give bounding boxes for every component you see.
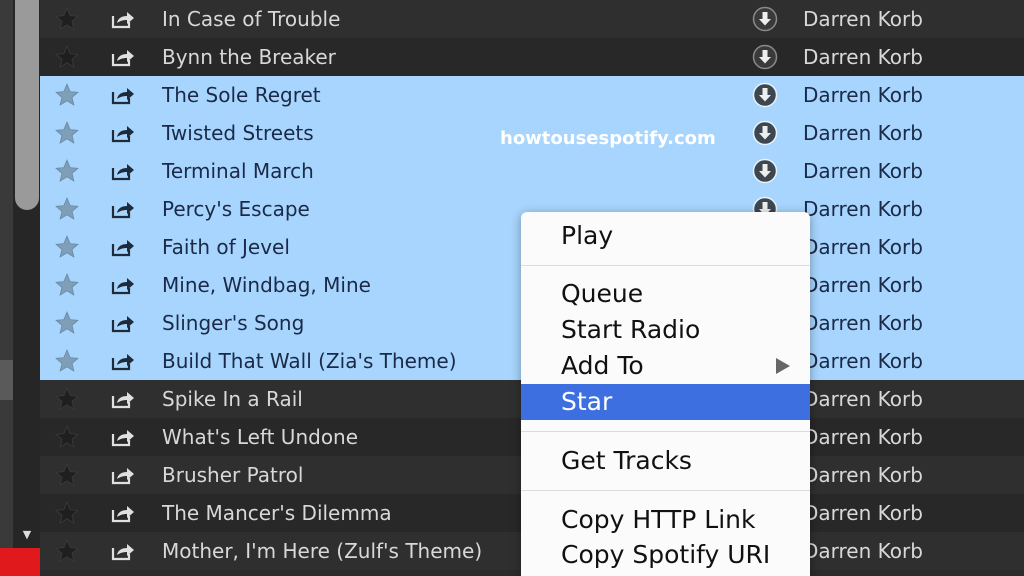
share-icon[interactable] xyxy=(110,388,136,410)
track-artist[interactable]: Darren Korb xyxy=(803,387,923,411)
track-title: What's Left Undone xyxy=(162,425,359,449)
menu-item-star[interactable]: Star xyxy=(521,384,810,420)
submenu-arrow-icon xyxy=(776,358,790,374)
share-icon[interactable] xyxy=(110,350,136,372)
share-icon[interactable] xyxy=(110,312,136,334)
menu-separator xyxy=(521,265,810,266)
track-title: Percy's Escape xyxy=(162,197,310,221)
star-icon[interactable] xyxy=(54,272,80,298)
track-row[interactable]: Bynn the Breaker Darren Korb xyxy=(40,38,1024,76)
track-title: Bynn the Breaker xyxy=(162,45,336,69)
track-title: The Mancer's Dilemma xyxy=(162,501,392,525)
share-icon[interactable] xyxy=(110,122,136,144)
share-icon[interactable] xyxy=(110,236,136,258)
star-icon[interactable] xyxy=(54,6,80,32)
track-title: Terminal March xyxy=(162,159,314,183)
star-icon[interactable] xyxy=(54,82,80,108)
track-artist[interactable]: Darren Korb xyxy=(803,83,923,107)
download-icon[interactable] xyxy=(752,6,778,32)
share-icon[interactable] xyxy=(110,46,136,68)
menu-item-label: Play xyxy=(561,221,614,250)
menu-item-queue[interactable]: Queue xyxy=(521,276,810,312)
star-icon[interactable] xyxy=(54,424,80,450)
menu-item-label: Add To xyxy=(561,351,644,380)
share-icon[interactable] xyxy=(110,464,136,486)
track-title: Slinger's Song xyxy=(162,311,305,335)
share-icon[interactable] xyxy=(110,274,136,296)
track-row[interactable]: Terminal March Darren Korb xyxy=(40,152,1024,190)
download-icon[interactable] xyxy=(752,120,778,146)
share-icon[interactable] xyxy=(110,84,136,106)
menu-item-add-to[interactable]: Add To xyxy=(521,348,810,384)
menu-item-label: Copy HTTP Link xyxy=(561,505,756,534)
track-title: Mine, Windbag, Mine xyxy=(162,273,371,297)
track-title: Build That Wall (Zia's Theme) xyxy=(162,349,457,373)
red-indicator xyxy=(0,548,40,576)
share-icon[interactable] xyxy=(110,540,136,562)
download-icon[interactable] xyxy=(752,158,778,184)
track-title: The Sole Regret xyxy=(162,83,321,107)
track-artist[interactable]: Darren Korb xyxy=(803,463,923,487)
track-title: Brusher Patrol xyxy=(162,463,304,487)
track-artist[interactable]: Darren Korb xyxy=(803,349,923,373)
menu-item-label: Queue xyxy=(561,279,644,308)
track-title: Faith of Jevel xyxy=(162,235,290,259)
menu-item-label: Copy Spotify URI xyxy=(561,540,771,569)
watermark: howtousespotify.com xyxy=(500,128,716,149)
share-icon[interactable] xyxy=(110,426,136,448)
sidebar-panel xyxy=(0,0,13,576)
track-artist[interactable]: Darren Korb xyxy=(803,501,923,525)
menu-item-copy-spotify-uri[interactable]: Copy Spotify URI xyxy=(521,537,810,573)
track-artist[interactable]: Darren Korb xyxy=(803,197,923,221)
menu-item-copy-http-link[interactable]: Copy HTTP Link xyxy=(521,502,810,538)
star-icon[interactable] xyxy=(54,158,80,184)
track-row[interactable]: The Sole Regret Darren Korb xyxy=(40,76,1024,114)
track-title: Twisted Streets xyxy=(162,121,314,145)
menu-separator xyxy=(521,431,810,432)
track-artist[interactable]: Darren Korb xyxy=(803,7,923,31)
track-title: In Case of Trouble xyxy=(162,7,341,31)
track-artist[interactable]: Darren Korb xyxy=(803,235,923,259)
star-icon[interactable] xyxy=(54,234,80,260)
scrollbar-thumb[interactable] xyxy=(15,0,39,210)
menu-item-label: Start Radio xyxy=(561,315,701,344)
track-title: Mother, I'm Here (Zulf's Theme) xyxy=(162,539,483,563)
menu-item-play[interactable]: Play xyxy=(521,218,810,254)
star-icon[interactable] xyxy=(54,196,80,222)
share-icon[interactable] xyxy=(110,198,136,220)
download-icon[interactable] xyxy=(752,44,778,70)
track-row[interactable]: In Case of Trouble Darren Korb xyxy=(40,0,1024,38)
track-title: Spike In a Rail xyxy=(162,387,303,411)
menu-item-start-radio[interactable]: Start Radio xyxy=(521,312,810,348)
star-icon[interactable] xyxy=(54,386,80,412)
menu-item-label: Get Tracks xyxy=(561,446,692,475)
context-menu: Play Queue Start Radio Add To Star Get Tracks… xyxy=(521,212,810,576)
menu-item-label: Star xyxy=(561,387,613,416)
download-icon[interactable] xyxy=(752,82,778,108)
menu-separator xyxy=(521,490,810,491)
track-artist[interactable]: Darren Korb xyxy=(803,121,923,145)
menu-item-get-tracks[interactable]: Get Tracks xyxy=(521,443,810,479)
track-artist[interactable]: Darren Korb xyxy=(803,45,923,69)
share-icon[interactable] xyxy=(110,160,136,182)
star-icon[interactable] xyxy=(54,310,80,336)
scroll-down-arrow-icon[interactable]: ▼ xyxy=(15,524,39,546)
star-icon[interactable] xyxy=(54,348,80,374)
track-artist[interactable]: Darren Korb xyxy=(803,311,923,335)
track-artist[interactable]: Darren Korb xyxy=(803,273,923,297)
track-artist[interactable]: Darren Korb xyxy=(803,539,923,563)
star-icon[interactable] xyxy=(54,462,80,488)
track-artist[interactable]: Darren Korb xyxy=(803,425,923,449)
star-icon[interactable] xyxy=(54,538,80,564)
share-icon[interactable] xyxy=(110,8,136,30)
sidebar-item[interactable] xyxy=(0,360,13,400)
track-artist[interactable]: Darren Korb xyxy=(803,159,923,183)
star-icon[interactable] xyxy=(54,120,80,146)
star-icon[interactable] xyxy=(54,44,80,70)
share-icon[interactable] xyxy=(110,502,136,524)
star-icon[interactable] xyxy=(54,500,80,526)
